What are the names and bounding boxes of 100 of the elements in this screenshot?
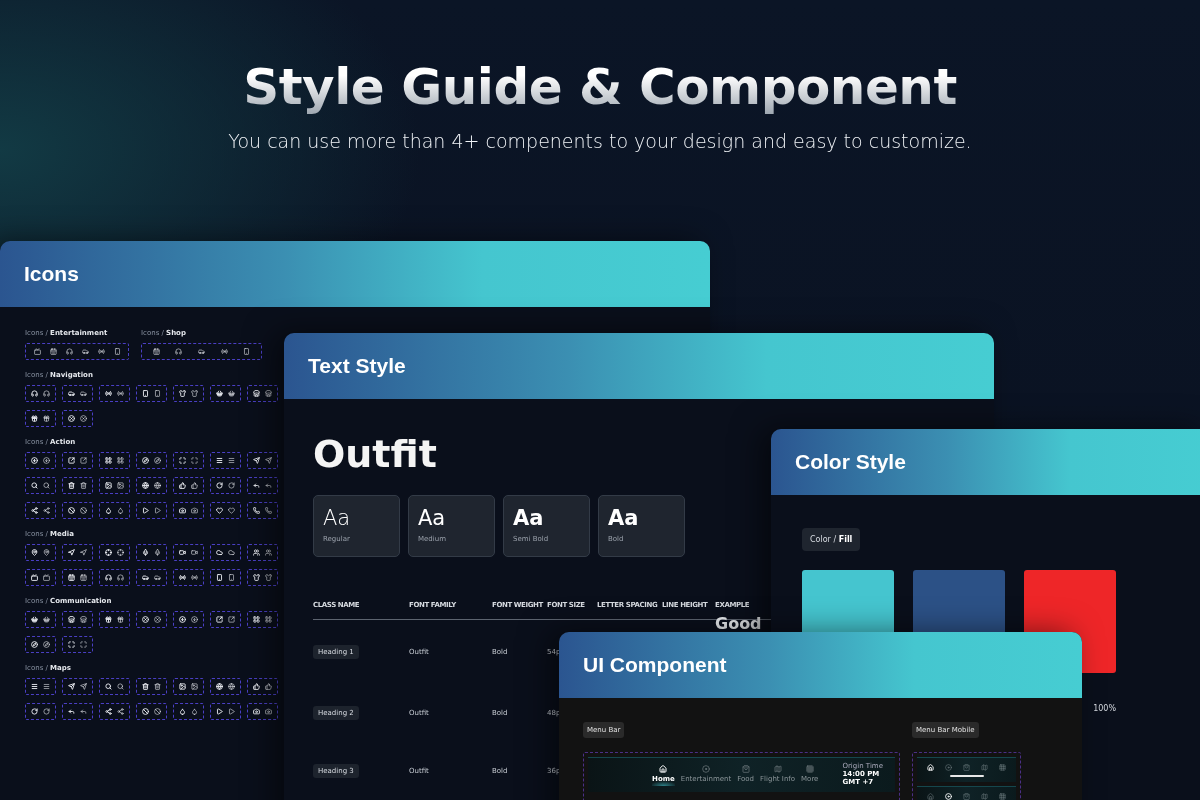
- map-icon[interactable]: [981, 792, 988, 800]
- external-link-icon: [227, 616, 235, 623]
- active-indicator: [949, 774, 984, 777]
- type-sample: Aa: [608, 508, 640, 529]
- compass-icon: [153, 457, 161, 464]
- arrow-down-icon: [190, 616, 198, 623]
- search-icon: [31, 482, 39, 489]
- external-link-icon: [68, 457, 76, 464]
- trash-icon: [68, 482, 76, 489]
- phone-device-icon: [113, 348, 121, 355]
- bag-icon[interactable]: [963, 763, 970, 771]
- microphone-icon: [142, 549, 150, 556]
- users-icon: [264, 549, 272, 556]
- basket-icon: [227, 390, 235, 397]
- map-icon: [773, 764, 782, 773]
- expand-icon: [190, 457, 198, 464]
- arrow-down-icon: [42, 457, 50, 464]
- close-icon: [153, 616, 161, 623]
- shirt-icon: [253, 574, 261, 581]
- menu-icon: [216, 457, 224, 464]
- phone-device-icon: [142, 390, 150, 397]
- thumbs-up-icon: [253, 683, 261, 690]
- share-icon: [105, 708, 113, 715]
- image-icon: [105, 482, 113, 489]
- map-icon[interactable]: [981, 763, 988, 771]
- ban-icon: [68, 507, 76, 514]
- share-icon: [31, 507, 39, 514]
- close-icon: [142, 616, 150, 623]
- shirt-icon: [264, 574, 272, 581]
- type-sample: Aa: [418, 508, 447, 529]
- expand-icon: [79, 641, 87, 648]
- trash-icon: [153, 683, 161, 690]
- thumbs-up-icon: [264, 683, 272, 690]
- globe-icon: [216, 683, 224, 690]
- send-icon: [253, 457, 261, 464]
- compass-icon: [42, 641, 50, 648]
- car-icon: [79, 390, 87, 397]
- camera-icon: [253, 708, 261, 715]
- font-name: Outfit: [313, 435, 437, 473]
- panel-title: Color Style: [795, 450, 906, 474]
- expand-icon: [68, 641, 76, 648]
- type-sample: Aa: [513, 508, 545, 529]
- menu-icon: [42, 683, 50, 690]
- camera-icon: [264, 708, 272, 715]
- headphones-icon: [65, 348, 73, 355]
- opacity-label: 100%: [1093, 704, 1116, 713]
- arrow-down-icon: [179, 616, 187, 623]
- video-icon: [179, 549, 187, 556]
- send-icon: [79, 683, 87, 690]
- refresh-icon: [42, 708, 50, 715]
- share-icon: [42, 507, 50, 514]
- share-icon: [116, 708, 124, 715]
- car-icon: [153, 574, 161, 581]
- globe-icon: [142, 482, 150, 489]
- panel-title: UI Component: [583, 653, 727, 677]
- car-icon: [81, 348, 89, 355]
- ban-icon: [153, 708, 161, 715]
- panel-title: Icons: [24, 262, 79, 286]
- compass-icon: [142, 457, 150, 464]
- camera-icon: [179, 507, 187, 514]
- shirt-icon: [190, 390, 198, 397]
- close-icon: [68, 415, 76, 422]
- send-icon: [68, 683, 76, 690]
- globe-icon: [153, 482, 161, 489]
- bag-icon: [741, 764, 750, 773]
- color-group-tag: Color / Fill: [802, 528, 861, 551]
- image-icon: [179, 683, 187, 690]
- search-icon: [105, 683, 113, 690]
- car-icon: [142, 574, 150, 581]
- search-icon: [116, 683, 124, 690]
- reply-icon: [79, 708, 87, 715]
- globe-icon: [227, 683, 235, 690]
- car-icon: [198, 348, 205, 355]
- phone-device-icon: [153, 390, 161, 397]
- home-icon: [659, 764, 668, 773]
- tv-icon: [33, 348, 41, 355]
- expand-icon: [179, 457, 187, 464]
- page-subtitle: You can use more than 4+ compenents to your design and easy to customize.: [228, 130, 972, 152]
- close-icon: [79, 415, 87, 422]
- tv-icon: [42, 574, 50, 581]
- thumbs-up-icon: [190, 482, 198, 489]
- external-link-icon: [216, 616, 224, 623]
- bag-icon[interactable]: [963, 792, 970, 800]
- refresh-icon: [31, 708, 39, 715]
- phone-icon: [264, 507, 272, 514]
- refresh-icon: [216, 482, 224, 489]
- map-pin-icon: [42, 549, 50, 556]
- basket-icon: [42, 616, 50, 623]
- trash-icon: [79, 482, 87, 489]
- camera-icon: [190, 507, 198, 514]
- external-link-icon: [79, 457, 87, 464]
- basket-icon: [216, 390, 224, 397]
- basket-icon: [31, 616, 39, 623]
- microphone-icon: [153, 549, 161, 556]
- reply-icon: [68, 708, 76, 715]
- arrow-down-icon: [31, 457, 39, 464]
- map-pin-icon: [31, 549, 39, 556]
- users-icon: [253, 549, 261, 556]
- reply-icon: [253, 482, 261, 489]
- headphones-icon: [175, 348, 183, 355]
